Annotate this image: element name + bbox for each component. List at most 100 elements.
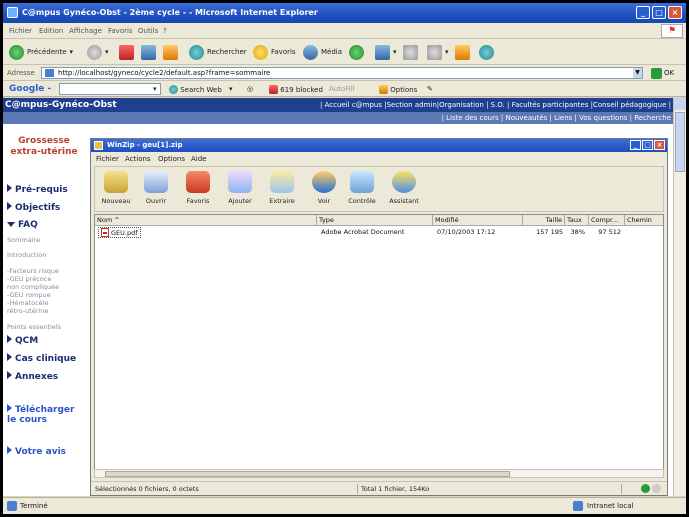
arrow-right-icon xyxy=(7,404,12,412)
scroll-thumb[interactable] xyxy=(675,112,685,172)
faq-detail[interactable]: rétro-utérine xyxy=(7,307,48,315)
address-label: Adresse xyxy=(7,69,35,77)
controle-button[interactable]: Contrôle xyxy=(343,169,381,209)
nav-prerequis[interactable]: Pré-requis xyxy=(7,184,68,195)
faq-detail[interactable]: non compliquée xyxy=(7,283,59,291)
pencil-icon[interactable]: ✎ xyxy=(427,85,433,93)
site-sub-links[interactable]: | Liste des cours | Nouveautés | Liens |… xyxy=(442,114,671,122)
popup-blocker-button[interactable]: 619 blocked xyxy=(269,85,323,94)
voir-button[interactable]: Voir xyxy=(305,169,343,209)
col-nom[interactable]: Nom ^ xyxy=(95,215,317,226)
menu-favoris[interactable]: Favoris xyxy=(108,27,133,35)
folder-button[interactable] xyxy=(455,43,470,61)
nav-votre-avis[interactable]: Votre avis xyxy=(7,446,66,457)
address-dropdown-icon[interactable]: ▼ xyxy=(633,68,642,78)
minimize-button[interactable]: _ xyxy=(636,6,650,19)
menu-edition[interactable]: Edition xyxy=(39,27,63,35)
nav-qcm[interactable]: QCM xyxy=(7,335,38,346)
intranet-zone-icon xyxy=(573,501,583,511)
assistant-button[interactable]: Assistant xyxy=(385,169,423,209)
nav-cas-clinique[interactable]: Cas clinique xyxy=(7,353,76,364)
faq-detail[interactable]: -Hématocèle xyxy=(7,299,48,307)
winzip-status-bar: Sélectionnés 0 fichiers, 0 octets Total … xyxy=(91,481,667,495)
chevron-down-icon[interactable]: ▾ xyxy=(229,85,233,93)
col-taux[interactable]: Taux xyxy=(565,215,589,226)
open-archive-icon xyxy=(144,171,168,193)
chevron-down-icon: ▾ xyxy=(105,48,109,56)
col-modifie[interactable]: Modifié xyxy=(433,215,523,226)
messenger-button[interactable] xyxy=(479,43,494,61)
wz-menu-fichier[interactable]: Fichier xyxy=(96,155,119,163)
col-type[interactable]: Type xyxy=(317,215,433,226)
site-top-links[interactable]: | Accueil c@mpus |Section admin|Organisa… xyxy=(320,101,671,109)
winzip-minimize-button[interactable]: _ xyxy=(630,140,641,150)
wz-menu-aide[interactable]: Aide xyxy=(191,155,206,163)
nouveau-button[interactable]: Nouveau xyxy=(97,169,135,209)
menu-outils[interactable]: Outils xyxy=(138,27,158,35)
favoris-button[interactable]: Favoris xyxy=(179,169,217,209)
wz-menu-options[interactable]: Options xyxy=(158,155,185,163)
arrow-right-icon xyxy=(7,446,12,454)
hscroll-thumb[interactable] xyxy=(105,471,510,477)
ajouter-button[interactable]: Ajouter xyxy=(221,169,259,209)
search-button[interactable]: Rechercher xyxy=(189,43,247,61)
maximize-button[interactable]: □ xyxy=(652,6,666,19)
history-button[interactable] xyxy=(349,43,364,61)
page-vertical-scrollbar[interactable] xyxy=(673,98,686,496)
google-logo[interactable]: Google - xyxy=(9,84,51,94)
forward-button[interactable]: ▾ xyxy=(87,43,109,61)
stop-button[interactable] xyxy=(119,43,134,61)
media-button[interactable]: Média xyxy=(303,43,342,61)
menu-affichage[interactable]: Affichage xyxy=(69,27,102,35)
address-input[interactable]: http://localhost/gyneco/cycle2/default.a… xyxy=(41,67,643,79)
file-name-cell[interactable]: GEU.pdf xyxy=(98,227,141,238)
faq-points-essentiels[interactable]: Points essentiels xyxy=(7,323,61,331)
wz-menu-actions[interactable]: Actions xyxy=(125,155,151,163)
go-button[interactable]: OK xyxy=(651,67,674,79)
faq-detail[interactable]: -GEU précoce xyxy=(7,275,51,283)
google-search-input[interactable] xyxy=(59,83,161,95)
site-brand[interactable]: C@mpus-Gynéco-Obst xyxy=(5,100,117,110)
print-button[interactable] xyxy=(403,43,418,61)
menu-help[interactable]: ? xyxy=(163,27,167,35)
home-button[interactable] xyxy=(163,43,178,61)
faq-sommaire[interactable]: Sommaire xyxy=(7,236,40,244)
messenger-icon xyxy=(479,44,494,60)
favorites-icon xyxy=(186,171,210,193)
back-button[interactable]: Précédente ▾ xyxy=(9,43,73,61)
search-web-button[interactable]: Search Web xyxy=(169,85,222,94)
file-type-cell: Adobe Acrobat Document xyxy=(321,228,405,236)
ouvrir-button[interactable]: Ouvrir xyxy=(137,169,175,209)
mail-button[interactable]: ▾ xyxy=(375,43,397,61)
menu-fichier[interactable]: Fichier xyxy=(9,27,32,35)
autofill-button[interactable]: AutoFill xyxy=(329,85,355,93)
winzip-menu-bar: Fichier Actions Options Aide xyxy=(91,153,667,165)
edit-button[interactable]: ▾ xyxy=(427,43,449,61)
chevron-down-icon[interactable]: ▾ xyxy=(153,85,157,93)
refresh-button[interactable] xyxy=(141,43,156,61)
nav-annexes[interactable]: Annexes xyxy=(7,371,58,382)
course-title: Grossesse extra-utérine xyxy=(10,136,78,157)
scroll-up-icon[interactable] xyxy=(674,98,686,110)
col-taille[interactable]: Taille xyxy=(523,215,565,226)
nav-objectifs[interactable]: Objectifs xyxy=(7,202,60,213)
favorites-button[interactable]: Favoris xyxy=(253,43,296,61)
faq-introduction[interactable]: Introduction xyxy=(7,251,46,259)
options-button[interactable]: Options xyxy=(379,85,417,94)
winzip-maximize-button[interactable]: □ xyxy=(642,140,653,150)
close-button[interactable]: × xyxy=(668,6,682,19)
checkout-icon xyxy=(350,171,374,193)
col-compresse[interactable]: Compr... xyxy=(589,215,625,226)
col-chemin[interactable]: Chemin xyxy=(625,215,663,226)
winzip-close-button[interactable]: × xyxy=(654,140,665,150)
file-list-horizontal-scrollbar[interactable] xyxy=(94,469,664,478)
status-text: Terminé xyxy=(20,502,48,510)
nav-faq[interactable]: FAQ xyxy=(7,220,38,230)
extraire-button[interactable]: Extraire xyxy=(263,169,301,209)
table-row[interactable]: GEU.pdf Adobe Acrobat Document 07/10/200… xyxy=(95,227,663,238)
faq-detail[interactable]: -GEU rompue xyxy=(7,291,51,299)
nav-telecharger[interactable]: Télécharger le cours xyxy=(7,404,74,425)
faq-detail[interactable]: -Facteurs risque xyxy=(7,267,59,275)
google-search-icon xyxy=(169,85,178,94)
address-bar: Adresse http://localhost/gyneco/cycle2/d… xyxy=(3,65,686,81)
